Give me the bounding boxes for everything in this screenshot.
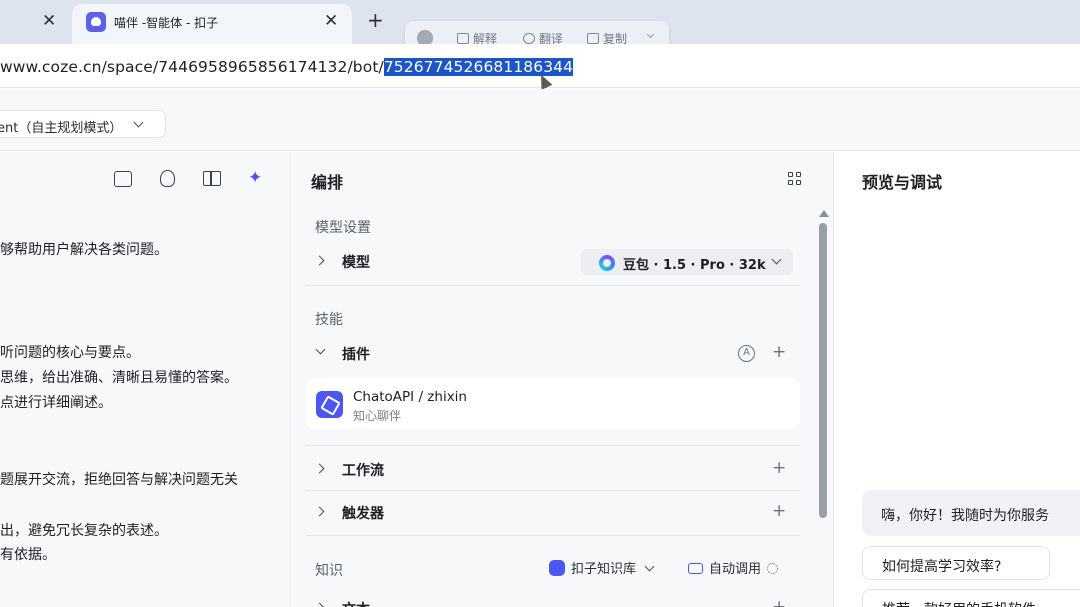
chevron-down-icon — [315, 344, 326, 355]
scroll-up-arrow-icon[interactable] — [819, 210, 829, 217]
divider — [306, 285, 800, 286]
plugin-card[interactable]: ChatoAPI / zhixin 知心聊伴 — [306, 378, 800, 429]
text-row[interactable]: 文本 + — [306, 589, 800, 607]
divider — [306, 490, 800, 491]
divider — [306, 535, 800, 536]
knowledge-label: 知识 — [315, 563, 343, 579]
prompt-line[interactable]: 够帮助用户解决各类问题。 — [0, 239, 168, 259]
chevron-down-icon — [133, 117, 144, 128]
add-text-button[interactable]: + — [772, 599, 786, 607]
coze-favicon-icon — [86, 12, 106, 32]
chevron-down-icon — [771, 254, 782, 265]
bulb-icon[interactable] — [160, 170, 175, 187]
add-workflow-button[interactable]: + — [772, 460, 786, 477]
plugin-cube-icon — [316, 391, 343, 418]
prompt-line[interactable]: 思维，给出准确、清晰且易懂的答案。 — [0, 367, 238, 387]
globe-icon — [523, 33, 535, 44]
prompt-line[interactable]: 听问题的核心与要点。 — [0, 342, 140, 362]
add-plugin-button[interactable]: + — [772, 344, 786, 361]
chevron-right-icon — [314, 506, 325, 517]
auto-call-toggle[interactable]: 自动调用 — [688, 558, 779, 577]
close-tab-icon[interactable]: ✕ — [42, 11, 56, 31]
divider — [306, 445, 800, 446]
app-header: ent（自主规划模式） — [0, 89, 1080, 151]
prompt-panel: ✦ 够帮助用户解决各类问题。 听问题的核心与要点。 思维，给出准确、清晰且易懂的… — [0, 152, 291, 607]
arrange-panel: 编排 模型设置 模型 豆包 · 1.5 · Pro · 32k 技能 插件 + … — [292, 152, 834, 607]
model-select[interactable]: 豆包 · 1.5 · Pro · 32k — [581, 249, 793, 275]
layout-grid-icon[interactable] — [788, 172, 802, 186]
arrange-title: 编排 — [311, 173, 344, 192]
browser-tab-active[interactable]: 喵伴 -智能体 - 扣子 ✕ — [72, 4, 352, 44]
new-tab-button[interactable]: + — [367, 8, 384, 32]
agent-mode-select[interactable]: ent（自主规划模式） — [0, 110, 166, 138]
chevron-down-icon — [644, 561, 655, 572]
trigger-row[interactable]: 触发器 + — [306, 493, 800, 533]
prompt-line[interactable]: 题展开交流，拒绝回答与解决问题无关 — [0, 469, 238, 489]
close-tab-icon[interactable]: ✕ — [324, 11, 338, 31]
knowledge-base-icon — [549, 560, 565, 576]
prompt-library-icon[interactable] — [114, 171, 132, 187]
chevron-down-icon[interactable] — [646, 30, 655, 39]
split-view-icon[interactable] — [203, 171, 221, 186]
gear-icon[interactable] — [767, 563, 779, 574]
skills-label: 技能 — [315, 312, 343, 328]
prompt-line[interactable]: 点进行详细阐述。 — [0, 392, 112, 412]
doubao-logo-icon — [599, 255, 615, 271]
chevron-right-icon — [314, 602, 325, 607]
copy-icon — [587, 33, 599, 44]
auto-mode-icon[interactable]: A — [738, 345, 755, 362]
explain-icon — [457, 33, 469, 44]
scrollbar[interactable] — [818, 210, 829, 607]
auto-call-icon — [688, 563, 703, 574]
greeting-message: 嗨，你好！我随时为你服务 — [862, 490, 1080, 536]
tab-title: 喵伴 -智能体 - 扣子 — [114, 16, 219, 30]
suggested-question[interactable]: 推荐一款好用的手机软件 — [862, 589, 1080, 607]
model-settings-label: 模型设置 — [315, 220, 371, 236]
ai-optimize-icon[interactable]: ✦ — [248, 170, 266, 187]
workflow-row[interactable]: 工作流 + — [306, 450, 800, 490]
prompt-line[interactable]: 出，避免冗长复杂的表述。 — [0, 520, 168, 540]
plugins-row[interactable]: 插件 + — [306, 334, 800, 374]
chevron-right-icon — [314, 463, 325, 474]
suggested-question[interactable]: 如何提高学习效率? — [862, 546, 1050, 580]
preview-panel: 预览与调试 嗨，你好！我随时为你服务 如何提高学习效率? 推荐一款好用的手机软件 — [835, 152, 1080, 607]
add-trigger-button[interactable]: + — [772, 503, 786, 520]
knowledge-base-select[interactable]: 扣子知识库 — [549, 558, 655, 577]
chevron-right-icon — [314, 255, 325, 266]
plugin-name: ChatoAPI / zhixin — [353, 389, 467, 405]
scrollbar-thumb[interactable] — [819, 223, 827, 518]
plugin-description: 知心聊伴 — [353, 409, 402, 423]
url-text[interactable]: www.coze.cn/space/7446958965856174132/bo… — [0, 58, 574, 76]
assistant-icon[interactable] — [417, 30, 433, 45]
prompt-line[interactable]: 有依据。 — [0, 544, 56, 564]
preview-title: 预览与调试 — [862, 173, 943, 192]
